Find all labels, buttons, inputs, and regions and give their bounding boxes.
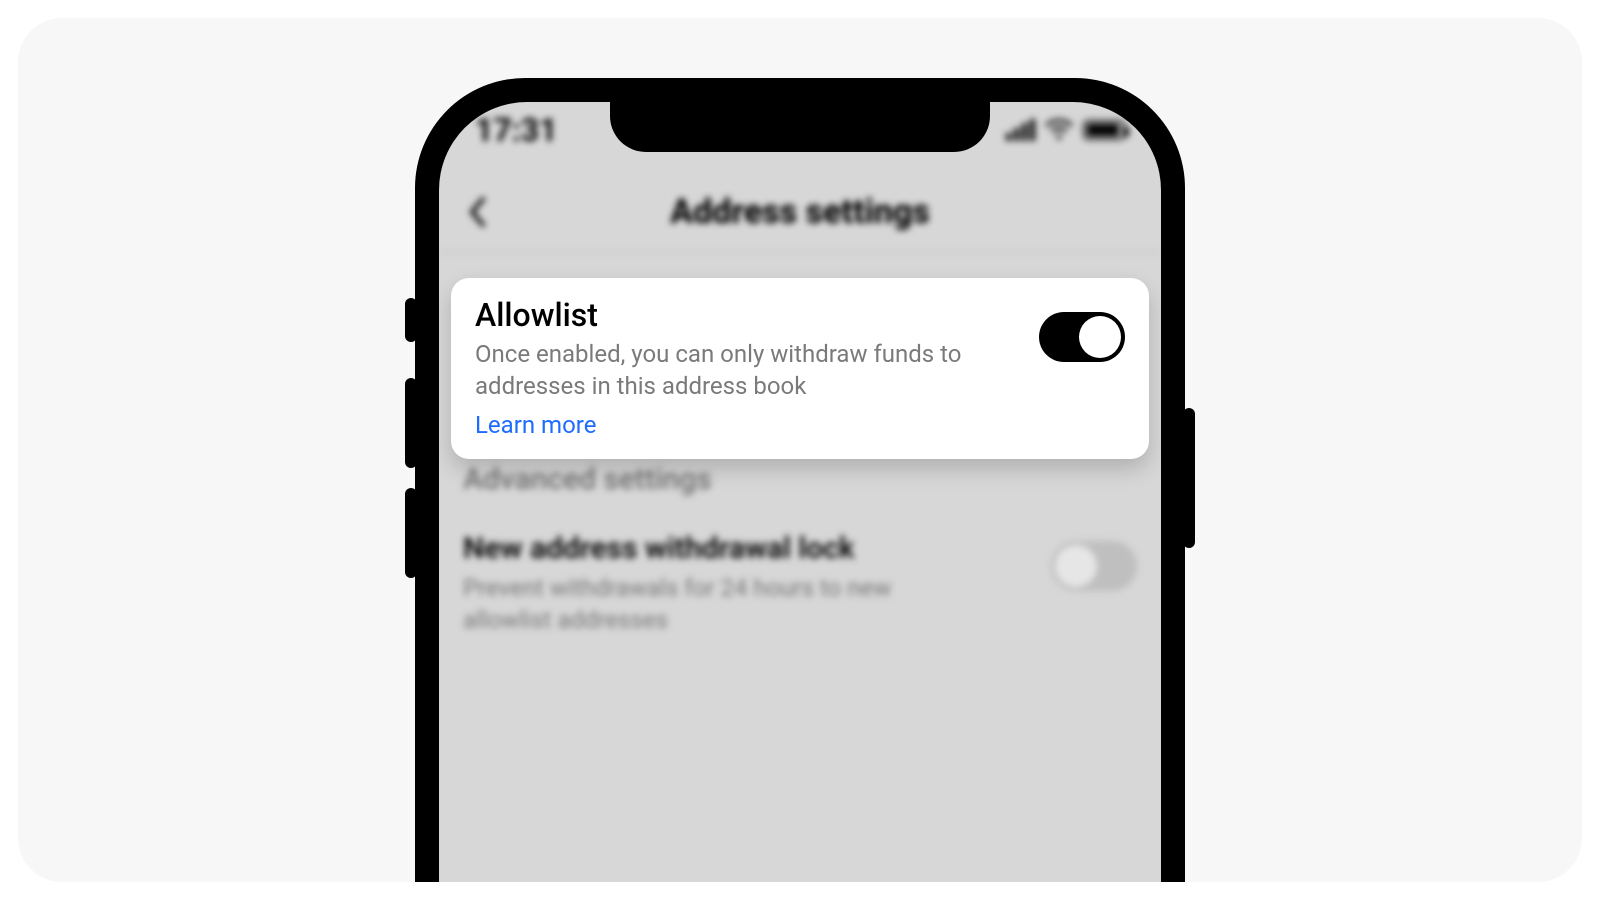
- withdrawal-lock-title: New address withdrawal lock: [463, 531, 1031, 566]
- page-title: Address settings: [670, 192, 930, 232]
- nav-header: Address settings: [439, 172, 1161, 252]
- allowlist-title: Allowlist: [475, 296, 1015, 334]
- advanced-settings-label: Advanced settings: [463, 462, 1137, 497]
- allowlist-card: Allowlist Once enabled, you can only wit…: [451, 278, 1149, 459]
- back-button[interactable]: [455, 190, 499, 234]
- stage: 17:31 Address setti: [18, 18, 1582, 882]
- mute-switch[interactable]: [405, 298, 417, 342]
- phone-screen: 17:31 Address setti: [439, 102, 1161, 882]
- allowlist-learn-more-link[interactable]: Learn more: [475, 411, 596, 439]
- battery-icon: [1083, 120, 1125, 140]
- status-time: 17:31: [475, 111, 557, 149]
- withdrawal-lock-description: Prevent withdrawals for 24 hours to new …: [463, 572, 933, 637]
- power-button[interactable]: [1183, 408, 1195, 548]
- cellular-icon: [1006, 119, 1035, 141]
- advanced-settings-section: Advanced settings New address withdrawal…: [463, 462, 1137, 637]
- phone-notch: [610, 102, 990, 152]
- wifi-icon: [1045, 111, 1073, 149]
- withdrawal-lock-row: New address withdrawal lock Prevent with…: [463, 531, 1137, 637]
- phone-frame: 17:31 Address setti: [415, 78, 1185, 882]
- blurred-background: 17:31 Address setti: [439, 102, 1161, 882]
- allowlist-description: Once enabled, you can only withdraw fund…: [475, 338, 1015, 403]
- volume-up-button[interactable]: [405, 378, 417, 468]
- allowlist-toggle[interactable]: [1039, 312, 1125, 362]
- withdrawal-lock-toggle[interactable]: [1051, 541, 1137, 591]
- volume-down-button[interactable]: [405, 488, 417, 578]
